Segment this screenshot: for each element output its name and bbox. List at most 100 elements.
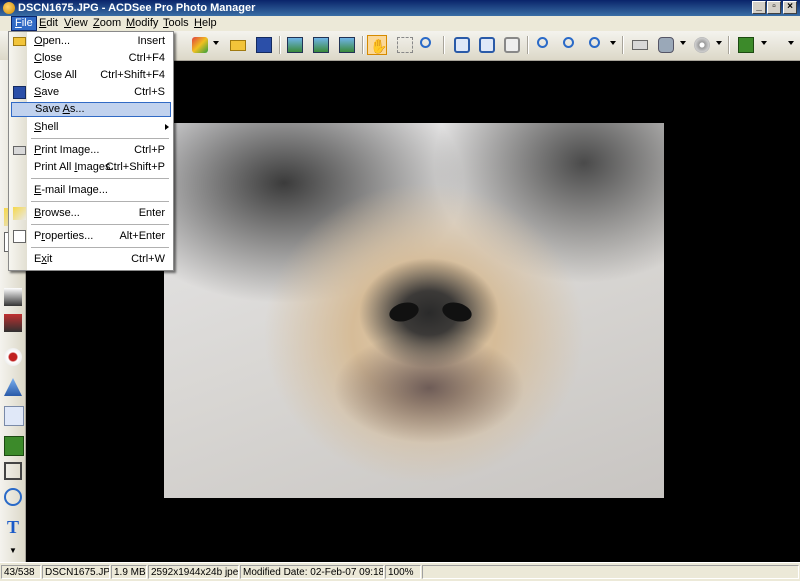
menu-item-label: Shell bbox=[34, 121, 59, 133]
auto-advance-button[interactable] bbox=[337, 35, 357, 55]
menu-item-shortcut: Ctrl+W bbox=[131, 253, 165, 265]
menu-item-shortcut: Ctrl+Shift+P bbox=[105, 161, 165, 173]
text-tool-icon[interactable]: T bbox=[4, 518, 22, 536]
chevron-down-icon[interactable] bbox=[680, 41, 686, 45]
menu-item-shell[interactable]: Shell bbox=[11, 120, 171, 135]
menu-item-email-image[interactable]: E-mail Image... bbox=[11, 183, 171, 198]
effects-icon[interactable] bbox=[4, 436, 24, 456]
menu-item-shortcut: Ctrl+P bbox=[134, 144, 165, 156]
image-refresh-icon bbox=[339, 37, 355, 53]
menu-item-save[interactable]: Save Ctrl+S bbox=[11, 85, 171, 100]
star-icon bbox=[13, 207, 26, 220]
rotate-right-icon bbox=[479, 37, 495, 53]
acquire-button[interactable] bbox=[656, 35, 676, 55]
exposure-icon[interactable] bbox=[4, 314, 22, 332]
menu-item-exit[interactable]: Exit Ctrl+W bbox=[11, 252, 171, 267]
rotate-right-button[interactable] bbox=[477, 35, 497, 55]
menu-modify[interactable]: Modify bbox=[123, 16, 161, 31]
menu-item-close[interactable]: Close Ctrl+F4 bbox=[11, 51, 171, 66]
zoom-options-button[interactable] bbox=[587, 35, 607, 55]
menu-separator bbox=[31, 178, 169, 179]
camera-icon bbox=[658, 37, 674, 53]
printer-icon bbox=[13, 146, 26, 155]
menu-item-shortcut: Insert bbox=[137, 35, 165, 47]
menu-item-label: Save As... bbox=[35, 103, 85, 115]
rotate-icon[interactable] bbox=[4, 488, 22, 506]
previous-image-button[interactable] bbox=[285, 35, 305, 55]
toolbar-separator bbox=[622, 36, 624, 54]
nose-nostril-left bbox=[387, 299, 421, 325]
select-tool-button[interactable] bbox=[395, 35, 415, 55]
chevron-down-icon[interactable] bbox=[610, 41, 616, 45]
floppy-disk-icon bbox=[256, 37, 272, 53]
print-button[interactable] bbox=[630, 35, 650, 55]
menu-edit[interactable]: Edit bbox=[36, 16, 61, 31]
menu-item-label: Print Image... bbox=[34, 144, 100, 156]
hand-tool-button[interactable]: ✋ bbox=[367, 35, 387, 55]
status-zoom: 100% bbox=[385, 565, 421, 579]
floppy-disk-icon bbox=[13, 86, 26, 99]
disc-button[interactable] bbox=[692, 35, 712, 55]
folder-open-icon bbox=[230, 40, 246, 51]
toolbar-separator bbox=[279, 36, 281, 54]
menu-zoom[interactable]: Zoom bbox=[90, 16, 124, 31]
menu-item-label: E-mail Image... bbox=[34, 184, 108, 196]
sharpen-icon[interactable] bbox=[4, 378, 22, 396]
nose-nostril-right bbox=[440, 299, 474, 325]
menu-item-print-image[interactable]: Print Image... Ctrl+P bbox=[11, 143, 171, 158]
menu-item-properties[interactable]: Properties... Alt+Enter bbox=[11, 229, 171, 244]
menu-item-save-as[interactable]: Save As... bbox=[11, 102, 171, 117]
scroll-down-icon[interactable]: ▼ bbox=[4, 546, 22, 556]
menu-item-shortcut: Enter bbox=[138, 207, 165, 219]
zoom-tool-button[interactable] bbox=[418, 35, 438, 55]
menu-item-label: Close All bbox=[34, 69, 77, 81]
menu-item-print-all-images[interactable]: Print All Images... Ctrl+Shift+P bbox=[11, 160, 171, 175]
marquee-icon bbox=[397, 37, 413, 53]
menu-item-open[interactable]: Open... Insert bbox=[11, 34, 171, 49]
chevron-down-icon[interactable] bbox=[761, 41, 767, 45]
wallpaper-button[interactable] bbox=[736, 35, 756, 55]
window-title: DSCN1675.JPG - ACDSee Pro Photo Manager bbox=[18, 2, 256, 14]
restore-icon[interactable]: ▫ bbox=[767, 1, 781, 14]
menu-item-label: Properties... bbox=[34, 230, 94, 242]
status-extra bbox=[422, 565, 799, 579]
menu-item-browse[interactable]: Browse... Enter bbox=[11, 206, 171, 221]
zoom-out-button[interactable] bbox=[561, 35, 581, 55]
minimize-icon[interactable]: _ bbox=[752, 1, 766, 14]
status-filename: DSCN1675.JPG bbox=[42, 565, 110, 579]
menu-help[interactable]: Help bbox=[191, 16, 220, 31]
open-button[interactable] bbox=[228, 35, 248, 55]
toolbar-overflow-icon[interactable] bbox=[788, 41, 794, 45]
close-icon[interactable]: × bbox=[783, 1, 797, 14]
chevron-down-icon[interactable] bbox=[716, 41, 722, 45]
image-back-icon bbox=[287, 37, 303, 53]
app-icon[interactable] bbox=[3, 2, 15, 14]
flip-button[interactable] bbox=[502, 35, 522, 55]
color-adjust-button[interactable] bbox=[190, 35, 210, 55]
palette-icon bbox=[192, 37, 208, 53]
menu-view[interactable]: View bbox=[61, 16, 91, 31]
toolbar-separator bbox=[527, 36, 529, 54]
resize-icon[interactable] bbox=[4, 406, 24, 426]
red-eye-icon[interactable] bbox=[4, 348, 22, 366]
rotate-left-button[interactable] bbox=[452, 35, 472, 55]
levels-icon[interactable] bbox=[4, 288, 22, 306]
menu-separator bbox=[31, 247, 169, 248]
menu-item-shortcut: Ctrl+Shift+F4 bbox=[100, 69, 165, 81]
next-image-button[interactable] bbox=[311, 35, 331, 55]
rotate-left-icon bbox=[454, 37, 470, 53]
crop-icon[interactable] bbox=[4, 462, 22, 480]
menu-file[interactable]: File bbox=[11, 16, 37, 31]
chevron-down-icon[interactable] bbox=[213, 41, 219, 45]
title-bar: DSCN1675.JPG - ACDSee Pro Photo Manager … bbox=[0, 0, 800, 16]
zoom-out-icon bbox=[563, 37, 574, 48]
menu-item-label: Save bbox=[34, 86, 60, 98]
zoom-in-button[interactable] bbox=[535, 35, 555, 55]
menu-item-close-all[interactable]: Close All Ctrl+Shift+F4 bbox=[11, 68, 171, 83]
toolbar-separator bbox=[443, 36, 445, 54]
submenu-arrow-icon bbox=[165, 124, 169, 130]
menu-item-label: Exit bbox=[34, 253, 53, 265]
menu-tools[interactable]: Tools bbox=[160, 16, 192, 31]
hand-icon: ✋ bbox=[370, 38, 388, 54]
save-button[interactable] bbox=[254, 35, 274, 55]
